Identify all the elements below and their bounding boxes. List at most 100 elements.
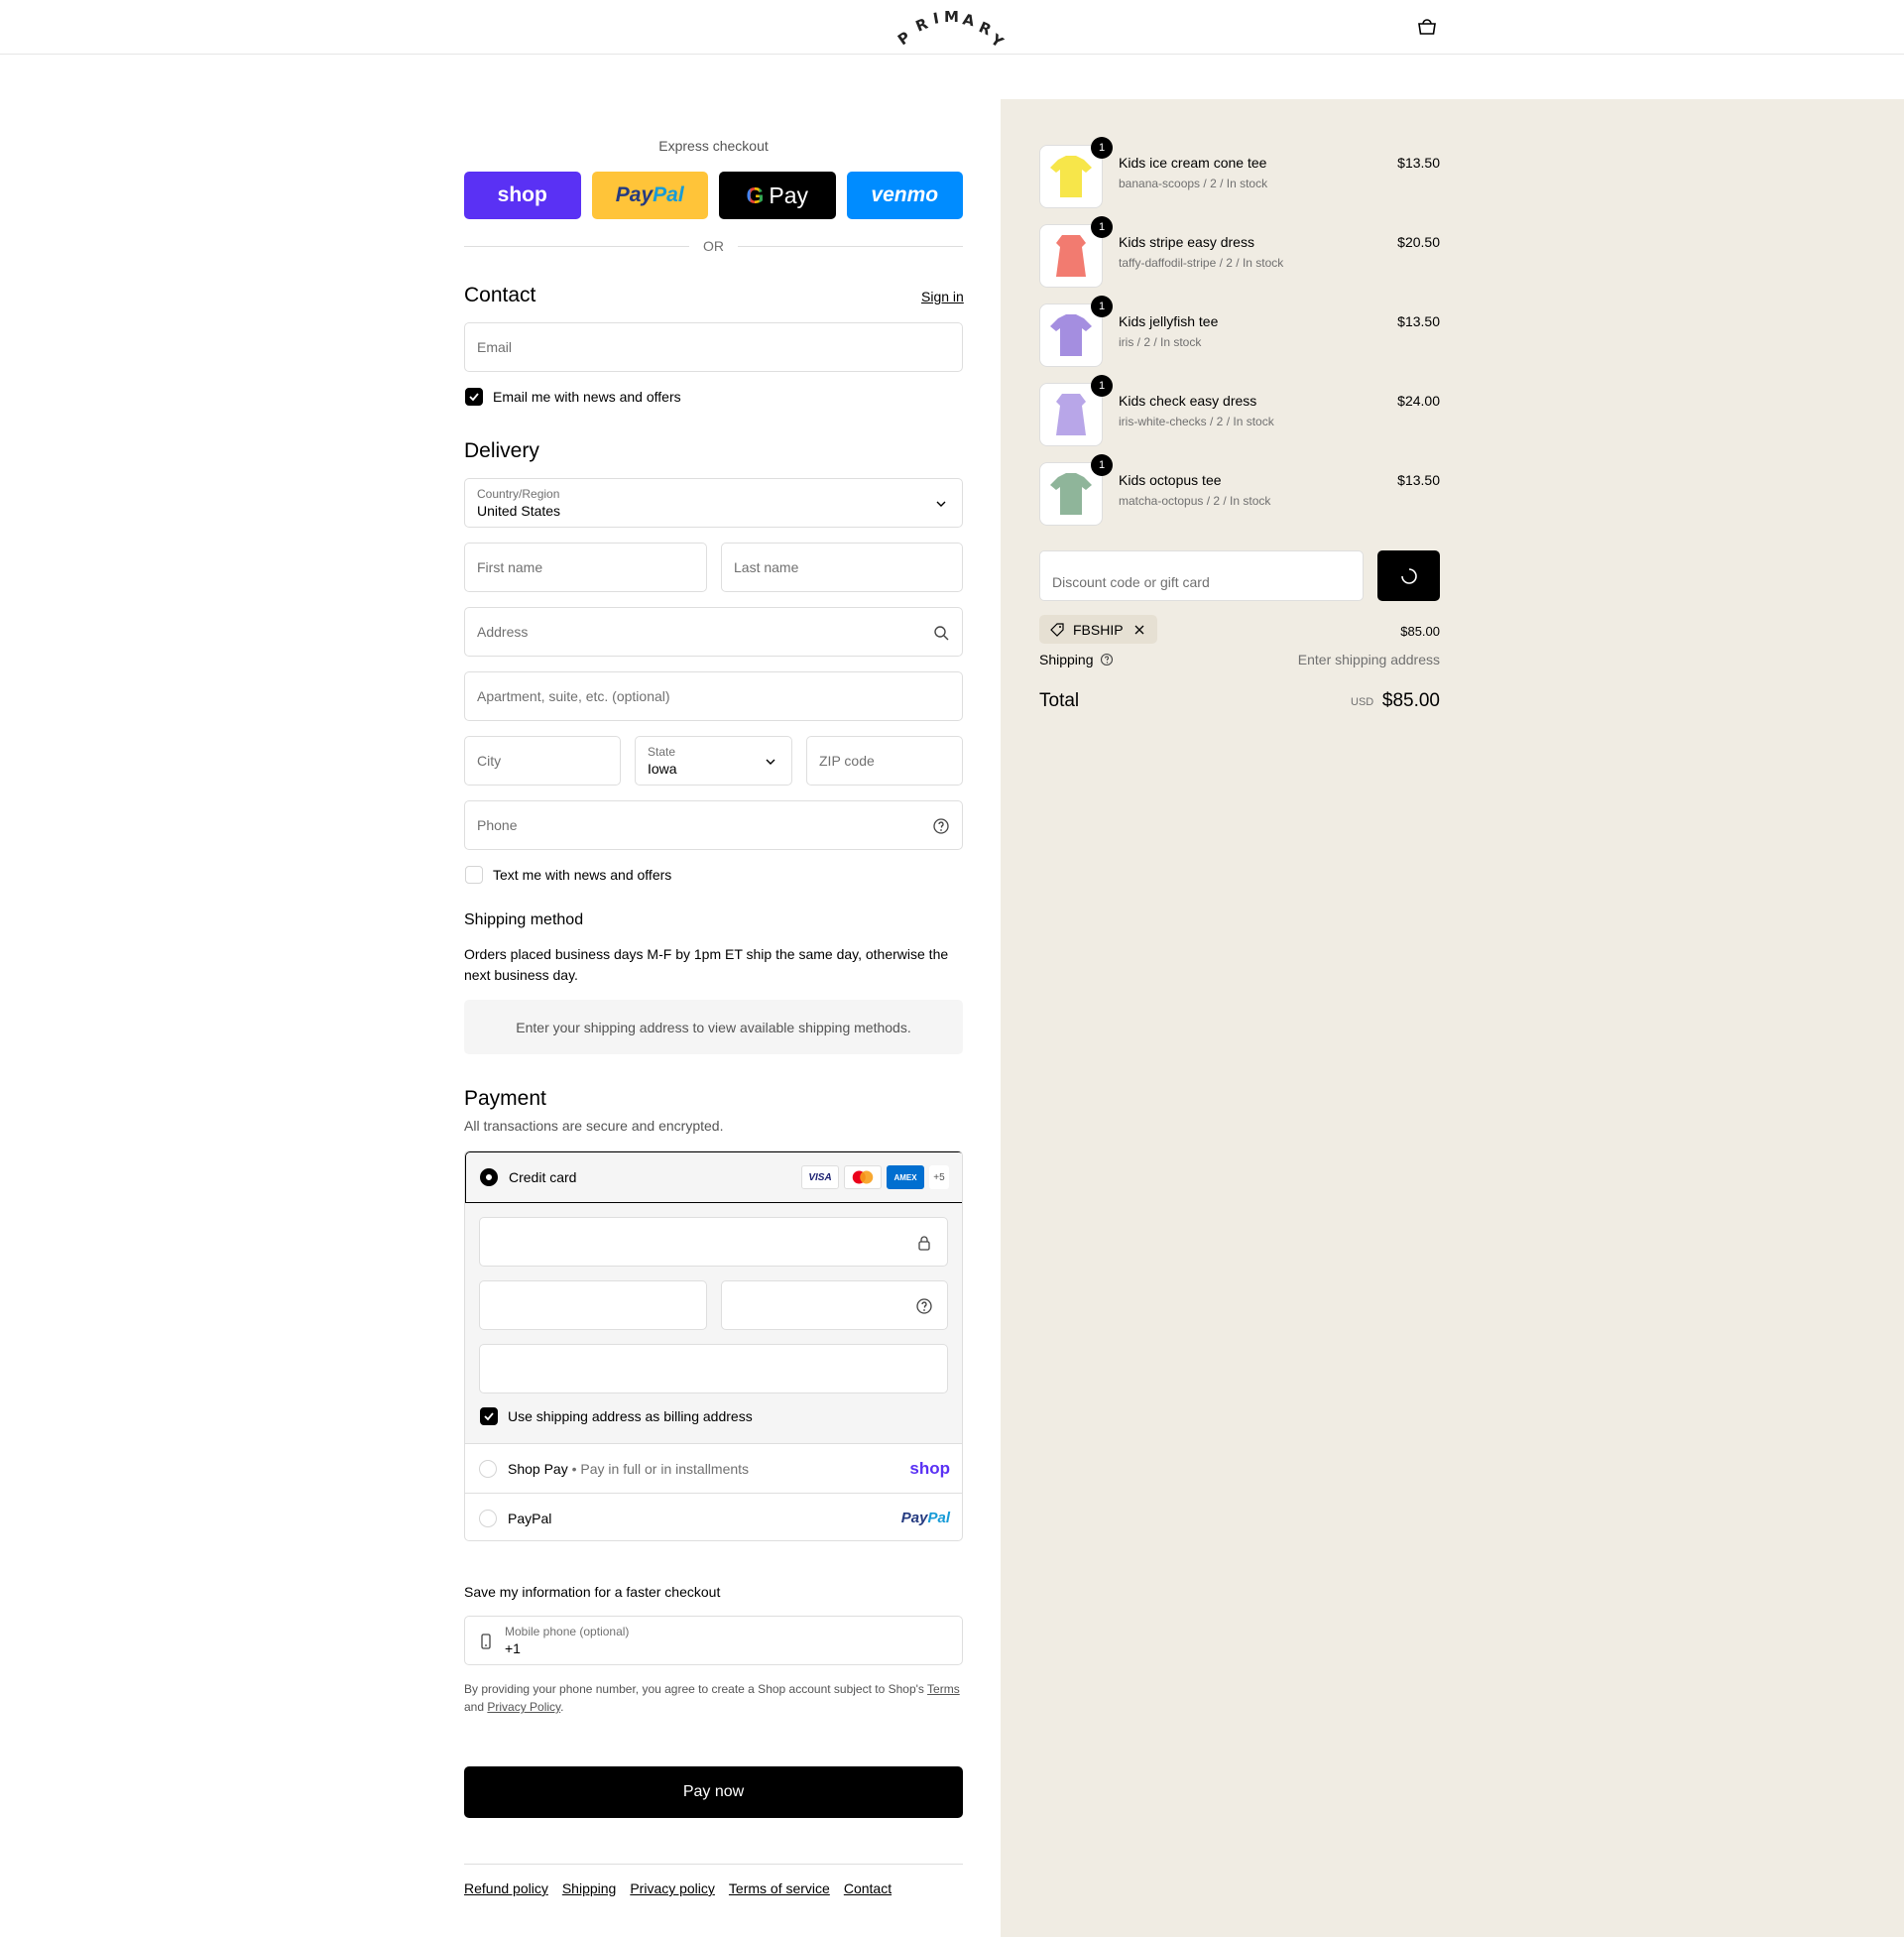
checkbox-unchecked[interactable] — [465, 866, 483, 884]
product-price: $24.00 — [1397, 393, 1440, 409]
apartment-field[interactable]: Apartment, suite, etc. (optional) — [464, 671, 963, 721]
discount-tag: FBSHIP — [1039, 615, 1157, 644]
shop-pay-option-label: Shop Pay • Pay in full or in installment… — [508, 1461, 749, 1477]
paypal-button[interactable]: Pay Pal — [591, 172, 708, 219]
mastercard-icon — [844, 1165, 882, 1189]
mobile-phone-field[interactable]: Mobile phone (optional) +1 — [464, 1616, 963, 1665]
security-code-field[interactable] — [721, 1280, 948, 1330]
email-newsletter-label: Email me with news and offers — [493, 389, 681, 405]
visa-icon: VISA — [801, 1165, 839, 1189]
checkmark-icon — [484, 1412, 494, 1421]
express-checkout-title: Express checkout — [658, 138, 769, 154]
total-currency: USD — [1351, 696, 1374, 708]
checkmark-icon — [469, 393, 479, 402]
pay-now-button[interactable]: Pay now — [464, 1766, 963, 1818]
help-circle-icon[interactable] — [932, 817, 950, 835]
privacy-policy-link[interactable]: Privacy Policy — [487, 1700, 560, 1714]
name-on-card-field[interactable] — [479, 1344, 948, 1393]
tag-icon — [1050, 622, 1064, 637]
line-item: 1 Kids jellyfish tee iris / 2 / In stock… — [1039, 296, 1440, 367]
city-field[interactable]: City — [464, 736, 621, 786]
discount-code-field[interactable]: Discount code or gift card — [1039, 550, 1364, 601]
close-icon[interactable] — [1131, 622, 1147, 638]
product-name: Kids stripe easy dress — [1119, 234, 1254, 250]
svg-text:A: A — [961, 10, 976, 30]
help-circle-icon[interactable] — [1100, 653, 1114, 666]
dress-image — [1056, 394, 1086, 435]
refund-policy-link[interactable]: Refund policy — [464, 1880, 548, 1896]
shipping-link[interactable]: Shipping — [562, 1880, 617, 1896]
brand-logo[interactable]: P R I M A R Y — [892, 6, 1012, 52]
email-field[interactable]: Email — [464, 322, 963, 372]
checkbox-checked[interactable] — [465, 388, 483, 406]
tshirt-image — [1050, 314, 1092, 356]
apartment-placeholder: Apartment, suite, etc. (optional) — [477, 688, 670, 704]
quantity-badge: 1 — [1091, 375, 1113, 397]
help-circle-icon[interactable] — [915, 1297, 933, 1315]
product-variant: taffy-daffodil-stripe / 2 / In stock — [1119, 256, 1284, 270]
state-select[interactable]: State Iowa — [635, 736, 792, 786]
shop-pay-button[interactable]: shop — [464, 172, 581, 219]
email-newsletter-checkbox[interactable]: Email me with news and offers — [465, 388, 681, 406]
amex-icon: AMEX — [887, 1165, 924, 1189]
line-item: 1 Kids stripe easy dress taffy-daffodil-… — [1039, 216, 1440, 288]
svg-text:R: R — [913, 15, 931, 36]
checkbox-checked[interactable] — [480, 1407, 498, 1425]
sign-in-link[interactable]: Sign in — [921, 289, 964, 304]
shipping-method-heading: Shipping method — [464, 911, 584, 928]
payment-heading: Payment — [464, 1087, 546, 1110]
mobile-phone-icon — [481, 1634, 491, 1649]
paypal-radio[interactable] — [479, 1509, 497, 1527]
first-name-field[interactable]: First name — [464, 543, 707, 592]
last-name-field[interactable]: Last name — [721, 543, 963, 592]
expiration-date-field[interactable] — [479, 1280, 707, 1330]
google-pay-button[interactable]: G Pay — [719, 172, 836, 219]
shop-pay-logo: shop — [909, 1458, 950, 1478]
order-summary-panel — [1001, 99, 1904, 1937]
first-name-placeholder: First name — [477, 559, 543, 575]
venmo-button[interactable]: venmo — [846, 172, 963, 219]
terms-link[interactable]: Terms — [927, 1682, 960, 1696]
delivery-heading: Delivery — [464, 439, 539, 462]
mobile-phone-label: Mobile phone (optional) — [505, 1625, 630, 1638]
credit-card-radio[interactable] — [480, 1168, 498, 1186]
card-number-field[interactable] — [479, 1217, 948, 1267]
credit-card-option[interactable]: Credit card VISA AMEX +5 — [465, 1151, 962, 1203]
credit-card-label: Credit card — [509, 1169, 577, 1185]
product-name: Kids ice cream cone tee — [1119, 155, 1267, 171]
sms-newsletter-checkbox[interactable]: Text me with news and offers — [465, 866, 671, 884]
svg-text:M: M — [944, 8, 959, 26]
subtotal-value: $85.00 — [1400, 624, 1440, 639]
mobile-phone-value: +1 — [505, 1640, 521, 1656]
state-value: Iowa — [648, 761, 677, 777]
contact-link[interactable]: Contact — [844, 1880, 892, 1896]
terms-of-service-link[interactable]: Terms of service — [729, 1880, 830, 1896]
privacy-policy-link[interactable]: Privacy policy — [630, 1880, 715, 1896]
chevron-down-icon — [936, 501, 946, 507]
legal-suffix: . — [560, 1700, 564, 1714]
address-field[interactable]: Address — [464, 607, 963, 657]
footer-divider — [464, 1864, 963, 1865]
express-checkout-buttons: shop Pay Pal G Pay venmo — [464, 172, 963, 219]
bag-icon[interactable] — [1416, 18, 1438, 36]
email-placeholder: Email — [477, 339, 513, 355]
footer-links: Refund policy Shipping Privacy policy Te… — [464, 1880, 892, 1896]
product-variant: banana-scoops / 2 / In stock — [1119, 177, 1268, 190]
country-select[interactable]: Country/Region United States — [464, 478, 963, 528]
phone-field[interactable]: Phone — [464, 800, 963, 850]
legal-prefix: By providing your phone number, you agre… — [464, 1682, 924, 1696]
zip-field[interactable]: ZIP code — [806, 736, 963, 786]
product-variant: matcha-octopus / 2 / In stock — [1119, 494, 1271, 508]
shop-pay-note: Pay in full or in installments — [580, 1460, 750, 1477]
shop-pay-option[interactable]: Shop Pay • Pay in full or in installment… — [465, 1443, 962, 1493]
shop-pay-radio[interactable] — [479, 1459, 497, 1478]
address-placeholder: Address — [477, 624, 529, 640]
bullet-separator: • — [571, 1460, 577, 1477]
billing-same-checkbox[interactable]: Use shipping address as billing address — [480, 1407, 753, 1425]
venmo-logo: venmo — [871, 183, 939, 206]
payment-subtitle: All transactions are secure and encrypte… — [464, 1118, 724, 1134]
paypal-option[interactable]: PayPal PayPal — [465, 1493, 962, 1540]
line-item: 1 Kids check easy dress iris-white-check… — [1039, 375, 1440, 446]
total-value: $85.00 — [1381, 690, 1440, 711]
apply-discount-button[interactable] — [1377, 550, 1440, 601]
